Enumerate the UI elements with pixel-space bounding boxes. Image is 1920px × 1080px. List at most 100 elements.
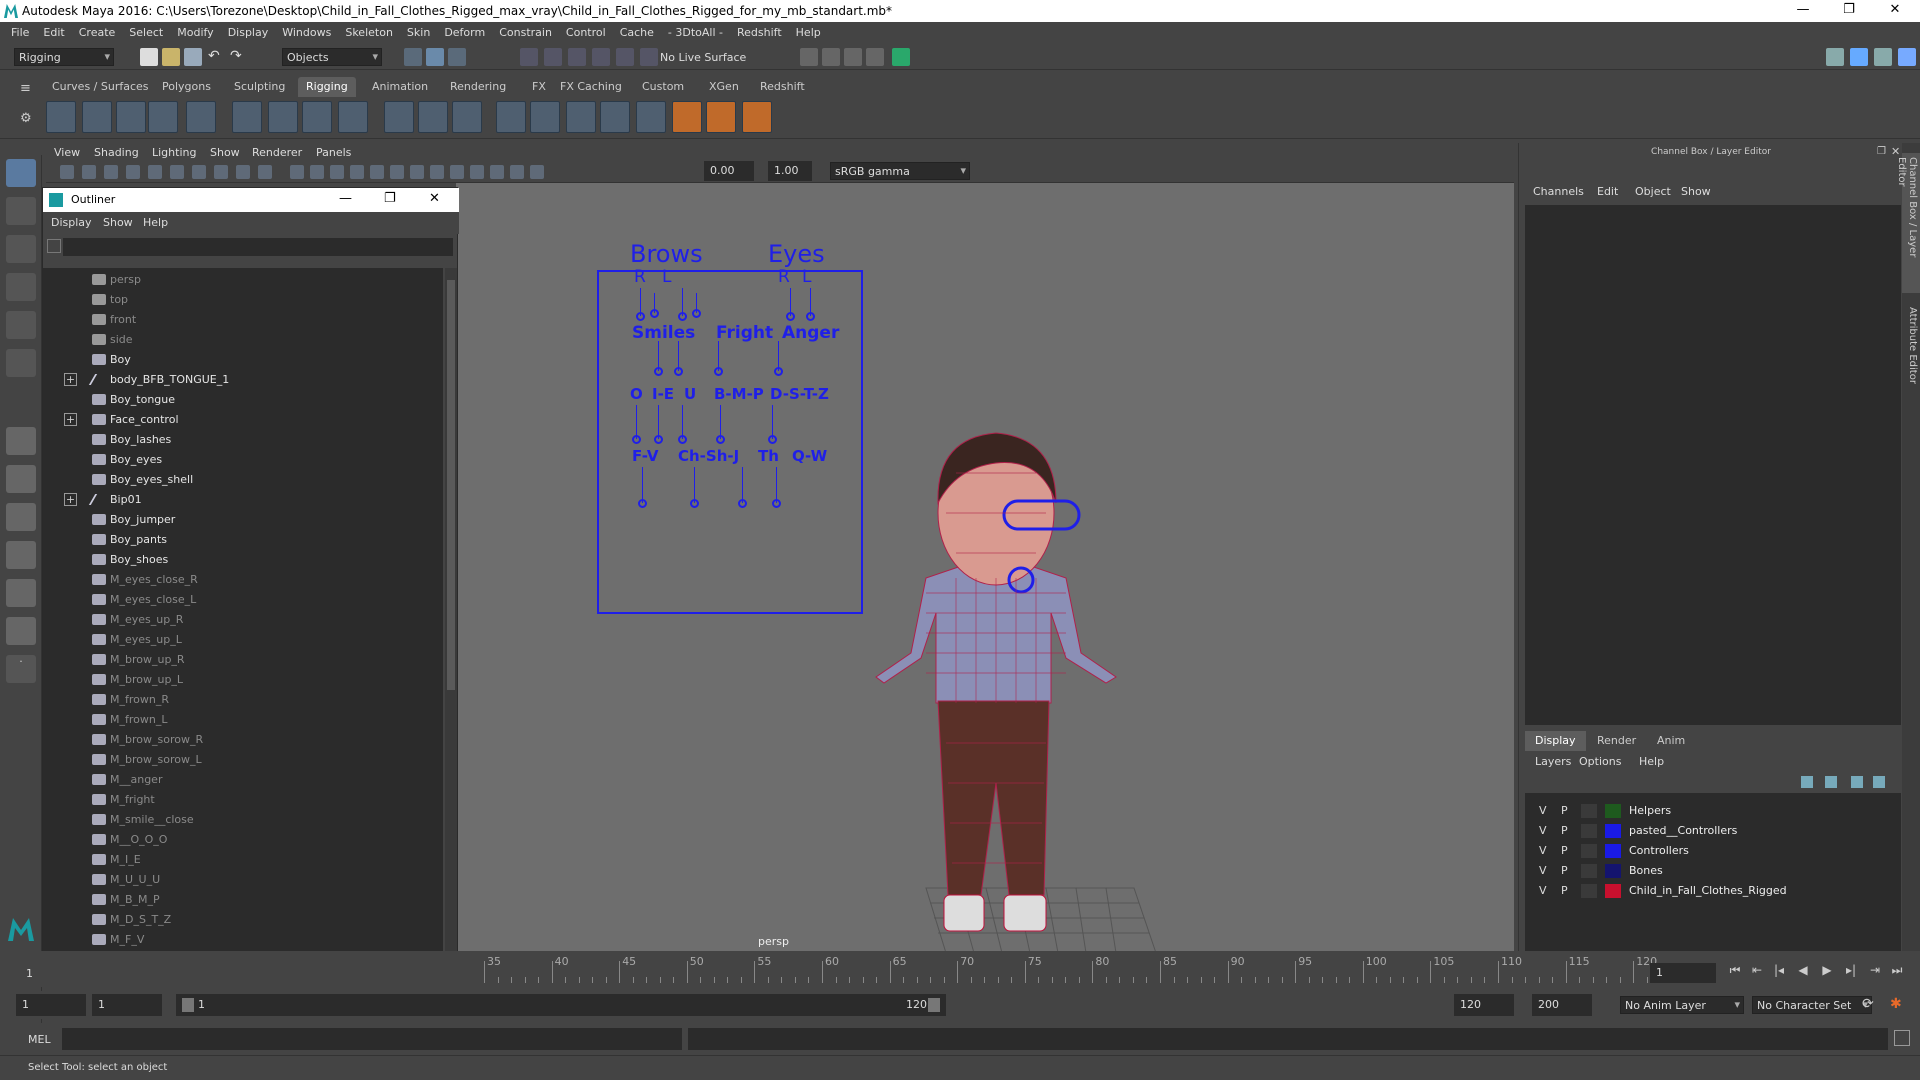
hypershade-layout-icon[interactable] — [6, 617, 36, 645]
snap-point-icon[interactable] — [568, 48, 586, 66]
face-slider-handle[interactable] — [654, 435, 663, 444]
resolution-gate-icon[interactable] — [170, 165, 184, 179]
menu-constrain[interactable]: Constrain — [492, 22, 559, 44]
layer-playback-toggle[interactable]: P — [1561, 864, 1568, 877]
grid-icon[interactable] — [126, 165, 140, 179]
shelf-tab-rigging[interactable]: Rigging — [298, 77, 356, 97]
save-scene-icon[interactable] — [184, 48, 202, 66]
step-back-key-icon[interactable]: ⇤ — [1750, 963, 1764, 977]
range-slider-right-handle[interactable] — [928, 998, 940, 1012]
gate-mask-icon[interactable] — [192, 165, 206, 179]
modeling-toolkit-icon[interactable] — [1826, 48, 1844, 66]
layer-menu-options[interactable]: Options — [1579, 755, 1621, 768]
tool-settings-toggle-icon[interactable] — [1898, 48, 1916, 66]
outliner-item[interactable]: Boy_jumper — [43, 510, 443, 530]
outliner-item[interactable]: Boy_lashes — [43, 430, 443, 450]
lattice-icon[interactable] — [268, 101, 298, 133]
layer-color-swatch[interactable] — [1605, 844, 1621, 858]
face-slider-handle[interactable] — [692, 309, 701, 318]
ik-handle-icon[interactable] — [82, 101, 112, 133]
layer-display-type[interactable] — [1581, 884, 1597, 898]
outliner-item[interactable]: Boy_shoes — [43, 550, 443, 570]
outliner-item[interactable]: M_brow_up_L — [43, 670, 443, 690]
outliner-item[interactable]: M__O_O_O — [43, 830, 443, 850]
outliner-item[interactable]: M_B_M_P — [43, 890, 443, 910]
step-forward-key-icon[interactable]: ⇥ — [1868, 963, 1882, 977]
layer-display-type[interactable] — [1581, 844, 1597, 858]
time-slider[interactable]: 1 35 40 45 50 55 60 65 70 75 80 85 90 95 100 105 110 115… — [0, 951, 1920, 987]
use-lights-icon[interactable] — [370, 165, 384, 179]
shelf-settings-icon[interactable]: ⚙ — [20, 111, 32, 126]
face-slider-handle[interactable] — [772, 499, 781, 508]
face-slider-handle[interactable] — [632, 435, 641, 444]
outliner-item[interactable]: Boy_eyes_shell — [43, 470, 443, 490]
layer-row[interactable]: V P Controllers — [1525, 841, 1901, 861]
ik-spline-icon[interactable] — [116, 101, 146, 133]
menu-display[interactable]: Display — [221, 22, 276, 44]
range-slider[interactable]: 1 120 — [176, 994, 946, 1016]
new-layer-selected-icon[interactable] — [1873, 776, 1885, 788]
create-skin-icon[interactable] — [186, 101, 216, 133]
layer-color-swatch[interactable] — [1605, 864, 1621, 878]
playback-end-field[interactable]: 120 — [1454, 994, 1514, 1016]
layer-visibility-toggle[interactable]: V — [1539, 884, 1547, 897]
outliner-item[interactable]: M_U_U_U — [43, 870, 443, 890]
play-forwards-icon[interactable]: ▶ — [1820, 963, 1834, 977]
outliner-item[interactable]: Boy_eyes — [43, 450, 443, 470]
outliner-item[interactable]: M_brow_up_R — [43, 650, 443, 670]
layer-tab-render[interactable]: Render — [1587, 731, 1646, 751]
film-gate-icon[interactable] — [148, 165, 162, 179]
layer-name[interactable]: Bones — [1629, 864, 1663, 877]
channel-box-menu-show[interactable]: Show — [1681, 185, 1711, 198]
face-slider-track[interactable] — [742, 467, 743, 503]
face-slider-track[interactable] — [720, 405, 721, 439]
close-button[interactable]: ✕ — [1872, 0, 1918, 22]
face-slider-track[interactable] — [658, 405, 659, 439]
animation-preferences-icon[interactable]: ✱ — [1890, 996, 1902, 1012]
outliner-item[interactable]: + Face_control — [43, 410, 443, 430]
mode-dropdown[interactable]: Rigging — [14, 48, 114, 66]
panel-menu-panels[interactable]: Panels — [316, 146, 351, 159]
persp-outliner-layout-icon[interactable] — [6, 503, 36, 531]
face-slider-handle[interactable] — [716, 435, 725, 444]
scale-tool-icon[interactable] — [6, 349, 36, 377]
outliner-item[interactable]: M_eyes_close_L — [43, 590, 443, 610]
outliner-filter-icon[interactable] — [47, 239, 61, 253]
bind-pose-icon[interactable] — [452, 101, 482, 133]
motion-blur-icon[interactable] — [430, 165, 444, 179]
outliner-menu-help[interactable]: Help — [143, 216, 168, 229]
wire-icon[interactable] — [338, 101, 368, 133]
layer-name[interactable]: Child_in_Fall_Clothes_Rigged — [1629, 884, 1787, 897]
select-component-icon[interactable] — [448, 48, 466, 66]
outliner-menu-show[interactable]: Show — [103, 216, 133, 229]
snap-curve-icon[interactable] — [544, 48, 562, 66]
step-forward-frame-icon[interactable]: ▸| — [1844, 963, 1858, 977]
expand-icon[interactable]: + — [64, 413, 77, 426]
layer-color-swatch[interactable] — [1605, 804, 1621, 818]
menu-deform[interactable]: Deform — [437, 22, 492, 44]
render-frame-icon[interactable] — [822, 48, 840, 66]
textured-icon[interactable] — [350, 165, 364, 179]
layer-row[interactable]: V P Bones — [1525, 861, 1901, 881]
menu-skin[interactable]: Skin — [400, 22, 437, 44]
minimize-button[interactable]: — — [1780, 0, 1826, 22]
layer-playback-toggle[interactable]: P — [1561, 844, 1568, 857]
menu-select[interactable]: Select — [122, 22, 170, 44]
layout-more-icon[interactable]: · — [6, 655, 36, 683]
open-scene-icon[interactable] — [162, 48, 180, 66]
hypershade-icon[interactable] — [892, 48, 910, 66]
playback-start-field[interactable]: 1 — [92, 994, 162, 1016]
outliner-item[interactable]: side — [43, 330, 443, 350]
outliner-persp-layout-icon[interactable] — [6, 579, 36, 607]
layer-row[interactable]: V P Child_in_Fall_Clothes_Rigged — [1525, 881, 1901, 901]
outliner-item[interactable]: M_frown_R — [43, 690, 443, 710]
parent-constraint-icon[interactable] — [496, 101, 526, 133]
face-slider-handle[interactable] — [678, 435, 687, 444]
new-layer-icon[interactable] — [1851, 776, 1863, 788]
outliner-item[interactable]: front — [43, 310, 443, 330]
layer-playback-toggle[interactable]: P — [1561, 824, 1568, 837]
layer-color-swatch[interactable] — [1605, 884, 1621, 898]
snap-surface-icon[interactable] — [616, 48, 634, 66]
layer-display-type[interactable] — [1581, 824, 1597, 838]
layer-row[interactable]: V P Helpers — [1525, 801, 1901, 821]
